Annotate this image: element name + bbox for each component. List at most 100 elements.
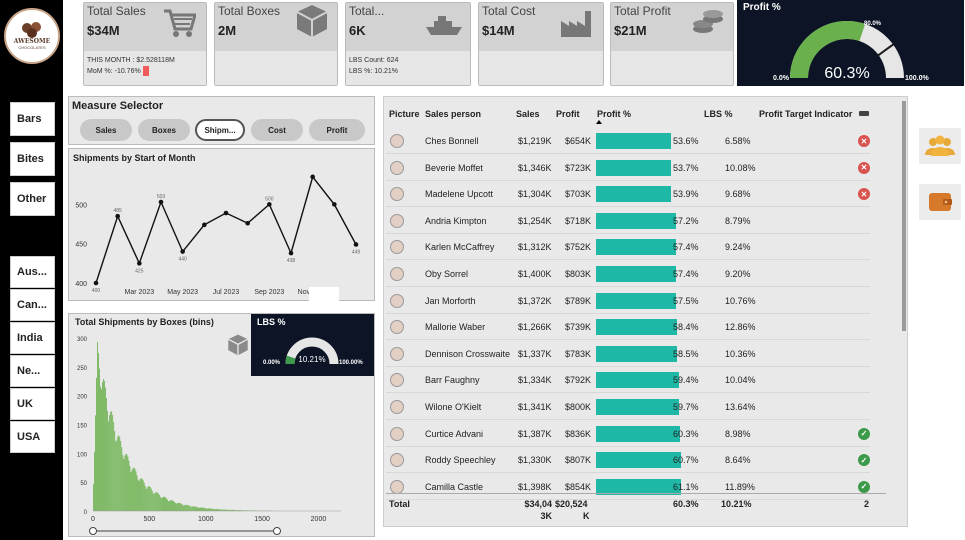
slicer-product-bites[interactable]: Bites xyxy=(10,142,55,176)
slicer-country-uk[interactable]: UK xyxy=(10,388,55,420)
hist-bar-98[interactable] xyxy=(192,506,194,511)
hist-bar-1[interactable] xyxy=(94,451,95,511)
measure-option-boxes[interactable]: Boxes xyxy=(138,119,190,141)
hist-bar-90[interactable] xyxy=(184,505,186,511)
hist-bar-10[interactable] xyxy=(103,379,104,511)
table-row[interactable]: Beverie Moffet $1,346K $723K 53.7% 10.08% ✕ xyxy=(386,155,870,181)
line-point-0[interactable] xyxy=(93,280,99,286)
hist-bar-55[interactable] xyxy=(148,486,150,511)
wallet-button[interactable] xyxy=(919,184,961,220)
measure-option-sales[interactable]: Sales xyxy=(80,119,132,141)
table-row[interactable]: Camilla Castle $1,398K $854K 61.1% 11.89% ✓ xyxy=(386,474,870,500)
line-point-3[interactable] xyxy=(158,199,164,205)
hist-bar-122[interactable] xyxy=(216,508,218,511)
hist-bar-46[interactable] xyxy=(139,479,141,511)
hist-bar-97[interactable] xyxy=(191,506,193,511)
hist-bar-93[interactable] xyxy=(187,504,189,511)
hist-bar-11[interactable] xyxy=(104,380,105,511)
range-slider-max-handle[interactable] xyxy=(273,527,281,535)
hist-bar-123[interactable] xyxy=(217,509,219,511)
hist-bar-92[interactable] xyxy=(186,504,188,511)
hist-bar-57[interactable] xyxy=(150,488,152,511)
hist-bar-47[interactable] xyxy=(140,478,142,511)
hist-bar-26[interactable] xyxy=(119,436,121,511)
hist-bar-6[interactable] xyxy=(99,368,100,511)
hist-bar-121[interactable] xyxy=(215,508,217,511)
hist-bar-105[interactable] xyxy=(199,507,201,511)
table-row[interactable]: Ches Bonnell $1,219K $654K 53.6% 6.58% ✕ xyxy=(386,128,870,154)
hist-bar-119[interactable] xyxy=(213,509,215,511)
hist-bar-91[interactable] xyxy=(185,504,187,511)
hist-bar-120[interactable] xyxy=(214,509,216,511)
header-profit[interactable]: Profit xyxy=(556,109,580,119)
hist-bar-81[interactable] xyxy=(175,503,176,511)
hist-bar-58[interactable] xyxy=(151,490,153,511)
table-row[interactable]: Karlen McCaffrey $1,312K $752K 57.4% 9.24% xyxy=(386,234,870,261)
hist-bar-28[interactable] xyxy=(121,447,123,511)
hist-bar-99[interactable] xyxy=(193,506,195,511)
hist-bar-18[interactable] xyxy=(111,411,113,511)
hist-bar-21[interactable] xyxy=(114,430,116,511)
hist-bar-75[interactable] xyxy=(169,500,170,511)
table-row[interactable]: Curtice Advani $1,387K $836K 60.3% 8.98% ✓ xyxy=(386,421,870,447)
hist-bar-116[interactable] xyxy=(210,508,212,511)
hist-bar-30[interactable] xyxy=(123,458,125,511)
measure-option-profit[interactable]: Profit xyxy=(309,119,365,141)
hist-bar-27[interactable] xyxy=(120,441,122,511)
hist-bar-106[interactable] xyxy=(200,507,202,511)
hist-bar-32[interactable] xyxy=(125,453,127,511)
hist-bar-23[interactable] xyxy=(116,440,118,511)
hist-bar-51[interactable] xyxy=(144,485,146,511)
table-scrollbar[interactable] xyxy=(902,101,906,331)
line-point-10[interactable] xyxy=(310,174,315,180)
hist-bar-100[interactable] xyxy=(194,506,196,511)
slicer-country-new-zealand[interactable]: Ne... xyxy=(10,355,55,387)
hist-bar-78[interactable] xyxy=(172,500,173,511)
hist-bar-95[interactable] xyxy=(189,505,191,511)
hist-bar-43[interactable] xyxy=(136,475,138,511)
header-profit-percent[interactable]: Profit % xyxy=(597,109,631,119)
hist-bar-15[interactable] xyxy=(108,421,110,511)
line-point-1[interactable] xyxy=(115,213,120,219)
hist-bar-115[interactable] xyxy=(209,508,211,511)
hist-bar-53[interactable] xyxy=(146,487,148,511)
hist-bar-114[interactable] xyxy=(208,508,210,511)
hist-bar-65[interactable] xyxy=(158,494,160,511)
hist-bar-88[interactable] xyxy=(182,504,184,511)
hist-bar-107[interactable] xyxy=(201,507,203,511)
slicer-country-canada[interactable]: Can... xyxy=(10,289,55,321)
line-point-12[interactable] xyxy=(353,242,359,247)
slicer-country-australia[interactable]: Aus... xyxy=(10,256,55,288)
hist-bar-16[interactable] xyxy=(109,415,111,511)
slicer-country-usa[interactable]: USA xyxy=(10,421,55,453)
hist-bar-8[interactable] xyxy=(101,388,102,511)
hist-bar-20[interactable] xyxy=(113,421,115,511)
column-options-icon[interactable] xyxy=(859,111,869,116)
hist-bar-74[interactable] xyxy=(168,501,169,511)
hist-bar-3[interactable] xyxy=(96,377,97,511)
table-row[interactable]: Dennison Crosswaite $1,337K $783K 58.5% 10.3… xyxy=(386,341,870,367)
hist-bar-24[interactable] xyxy=(117,436,119,511)
header-sales-person[interactable]: Sales person xyxy=(425,109,481,119)
hist-bar-72[interactable] xyxy=(166,498,167,511)
hist-bar-124[interactable] xyxy=(218,509,220,511)
hist-bar-86[interactable] xyxy=(180,503,182,511)
hist-bar-0[interactable] xyxy=(93,484,94,511)
hist-bar-44[interactable] xyxy=(137,479,139,511)
table-row[interactable]: Barr Faughny $1,334K $792K 59.4% 10.04% xyxy=(386,367,870,394)
hist-bar-103[interactable] xyxy=(197,507,199,511)
hist-bar-42[interactable] xyxy=(135,471,137,511)
range-slider-min-handle[interactable] xyxy=(89,527,97,535)
hist-bar-25[interactable] xyxy=(118,435,120,511)
hist-bar-49[interactable] xyxy=(142,480,144,511)
header-sales[interactable]: Sales xyxy=(516,109,540,119)
line-point-11[interactable] xyxy=(332,202,337,207)
hist-bar-102[interactable] xyxy=(196,506,198,511)
hist-bar-111[interactable] xyxy=(205,508,207,511)
hist-bar-13[interactable] xyxy=(106,397,108,511)
hist-bar-12[interactable] xyxy=(105,387,106,511)
hist-bar-35[interactable] xyxy=(128,460,130,511)
hist-bar-89[interactable] xyxy=(183,505,185,511)
hist-bar-109[interactable] xyxy=(203,507,205,511)
hist-bar-117[interactable] xyxy=(211,508,213,511)
